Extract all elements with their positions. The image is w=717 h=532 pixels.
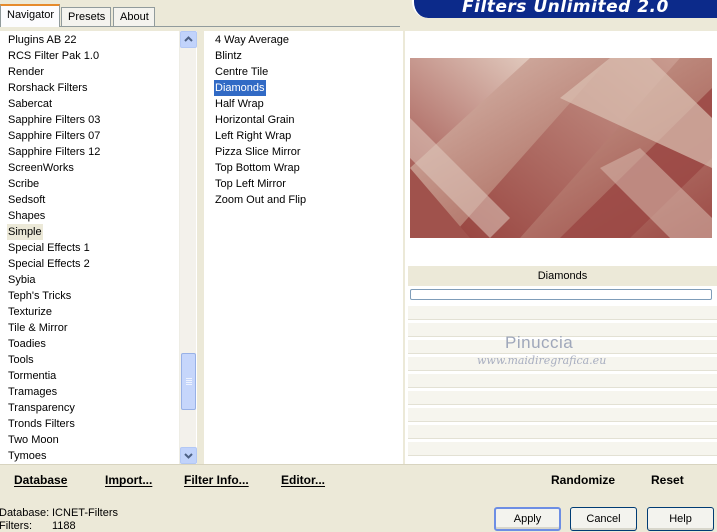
- category-list[interactable]: Plugins AB 22 RCS Filter Pak 1.0 Render Ror…: [0, 31, 197, 464]
- banner-title: Filters Unlimited 2.0: [462, 0, 669, 17]
- filter-item[interactable]: Diamonds: [214, 80, 266, 96]
- scroll-down-button[interactable]: [180, 447, 197, 464]
- category-item[interactable]: Sabercat: [7, 96, 53, 112]
- database-label: Database:: [0, 507, 50, 519]
- category-item[interactable]: Toadies: [7, 336, 47, 352]
- filter-preview-image: [410, 58, 712, 238]
- filter-item[interactable]: 4 Way Average: [214, 32, 290, 48]
- database-link[interactable]: Database: [14, 473, 67, 487]
- filter-item[interactable]: Centre Tile: [214, 64, 269, 80]
- filter-item[interactable]: Left Right Wrap: [214, 128, 292, 144]
- pane-divider: [197, 31, 204, 464]
- filters-label: Filters:: [0, 520, 32, 532]
- category-item[interactable]: Tramages: [7, 384, 58, 400]
- scroll-thumb[interactable]: [181, 353, 196, 410]
- reset-button[interactable]: Reset: [651, 473, 684, 487]
- chevron-up-icon: [184, 36, 193, 42]
- param-row: [408, 306, 717, 320]
- database-value: ICNET-Filters: [52, 507, 118, 519]
- category-item[interactable]: Scribe: [7, 176, 40, 192]
- category-item[interactable]: Simple: [7, 224, 43, 240]
- category-item[interactable]: Sedsoft: [7, 192, 46, 208]
- filter-item[interactable]: Half Wrap: [214, 96, 265, 112]
- param-row: [408, 442, 717, 456]
- tab-strip: Navigator Presets About: [0, 0, 400, 27]
- category-item[interactable]: Special Effects 1: [7, 240, 91, 256]
- category-item[interactable]: ScreenWorks: [7, 160, 75, 176]
- tab-presets[interactable]: Presets: [61, 7, 111, 26]
- category-item[interactable]: Teph's Tricks: [7, 288, 72, 304]
- category-item[interactable]: Tormentia: [7, 368, 57, 384]
- chevron-down-icon: [184, 453, 193, 459]
- category-item[interactable]: Tronds Filters: [7, 416, 76, 432]
- import-link[interactable]: Import...: [105, 473, 152, 487]
- tab-navigator[interactable]: Navigator: [0, 4, 60, 27]
- param-row: [408, 391, 717, 405]
- randomize-button[interactable]: Randomize: [551, 473, 615, 487]
- tab-about[interactable]: About: [113, 7, 155, 26]
- help-button[interactable]: Help: [647, 507, 714, 531]
- category-item[interactable]: Shapes: [7, 208, 46, 224]
- scroll-up-button[interactable]: [180, 31, 197, 48]
- category-item[interactable]: Sybia: [7, 272, 37, 288]
- category-item[interactable]: Tools: [7, 352, 35, 368]
- param-row: [408, 408, 717, 422]
- filter-list[interactable]: 4 Way Average Blintz Centre Tile Diamonds Ha…: [204, 31, 403, 464]
- watermark-url: www.maidiregrafica.eu: [477, 354, 607, 367]
- editor-link[interactable]: Editor...: [281, 473, 325, 487]
- param-row: [408, 374, 717, 388]
- filter-info-link[interactable]: Filter Info...: [184, 473, 249, 487]
- watermark-name: Pinuccia: [505, 333, 574, 352]
- filter-item[interactable]: Zoom Out and Flip: [214, 192, 307, 208]
- filters-count: 1188: [52, 520, 76, 532]
- category-item[interactable]: Texturize: [7, 304, 53, 320]
- filter-name-display: Diamonds: [408, 266, 717, 286]
- category-item[interactable]: Tile & Mirror: [7, 320, 68, 336]
- category-item[interactable]: Sapphire Filters 03: [7, 112, 101, 128]
- filter-item[interactable]: Top Left Mirror: [214, 176, 287, 192]
- category-item[interactable]: Rorshack Filters: [7, 80, 88, 96]
- cancel-button[interactable]: Cancel: [570, 507, 637, 531]
- apply-button[interactable]: Apply: [494, 507, 561, 531]
- filter-item[interactable]: Pizza Slice Mirror: [214, 144, 302, 160]
- diamonds-preview: [410, 58, 712, 238]
- category-item[interactable]: RCS Filter Pak 1.0: [7, 48, 100, 64]
- category-item[interactable]: Sapphire Filters 12: [7, 144, 101, 160]
- bottom-toolbar: Database Import... Filter Info... Editor…: [0, 464, 717, 494]
- category-scrollbar[interactable]: [179, 31, 197, 464]
- category-item[interactable]: Render: [7, 64, 45, 80]
- category-item[interactable]: Special Effects 2: [7, 256, 91, 272]
- category-item[interactable]: Two Moon: [7, 432, 60, 448]
- preview-panel: Diamonds Pinuccia www.maidiregrafica.eu: [405, 31, 717, 464]
- tab-divider: [0, 26, 400, 27]
- filter-item[interactable]: Top Bottom Wrap: [214, 160, 301, 176]
- category-item[interactable]: Plugins AB 22: [7, 32, 78, 48]
- category-item[interactable]: Sapphire Filters 07: [7, 128, 101, 144]
- parameter-slot[interactable]: [410, 289, 712, 300]
- category-item[interactable]: Transparency: [7, 400, 76, 416]
- category-item[interactable]: Tymoes: [7, 448, 48, 464]
- param-row: [408, 425, 717, 439]
- filter-item[interactable]: Blintz: [214, 48, 243, 64]
- filter-item[interactable]: Horizontal Grain: [214, 112, 295, 128]
